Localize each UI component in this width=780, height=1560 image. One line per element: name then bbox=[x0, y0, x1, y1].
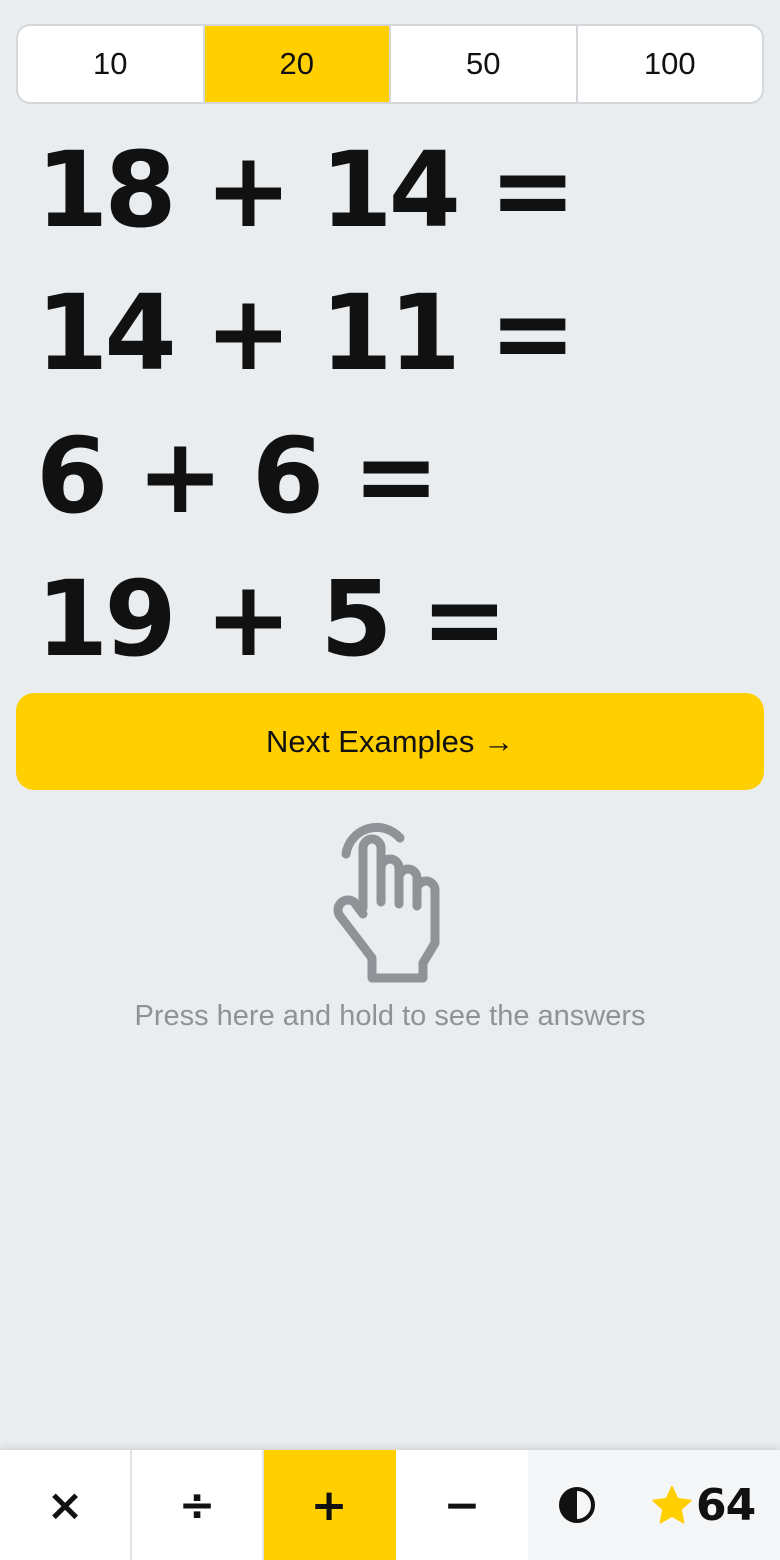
subtract-tab[interactable]: − bbox=[396, 1450, 528, 1560]
multiply-tab[interactable]: × bbox=[0, 1450, 132, 1560]
next-examples-button[interactable]: Next Examples → bbox=[16, 693, 764, 790]
reveal-answers-area[interactable]: Press here and hold to see the answers bbox=[16, 810, 764, 1050]
range-option-10[interactable]: 10 bbox=[18, 26, 205, 102]
score-display[interactable]: 64 bbox=[652, 1479, 756, 1531]
contrast-icon[interactable] bbox=[558, 1486, 596, 1524]
hand-pointer-icon bbox=[333, 822, 440, 983]
range-selector: 10 20 50 100 bbox=[16, 24, 764, 104]
example-3: 6 + 6 = bbox=[36, 414, 440, 537]
tools-area: 64 bbox=[528, 1450, 780, 1560]
operations-bar: × ÷ + − 64 bbox=[0, 1450, 780, 1560]
example-4: 19 + 5 = bbox=[36, 557, 508, 680]
examples-list: 18 + 14 = 14 + 11 = 6 + 6 = 19 + 5 = bbox=[36, 118, 756, 690]
reveal-answers-text: Press here and hold to see the answers bbox=[134, 1000, 646, 1032]
score-value: 64 bbox=[696, 1479, 756, 1531]
example-1: 18 + 14 = bbox=[36, 128, 576, 251]
divide-tab[interactable]: ÷ bbox=[132, 1450, 264, 1560]
range-option-100[interactable]: 100 bbox=[578, 26, 763, 102]
add-tab[interactable]: + bbox=[264, 1450, 396, 1560]
range-option-50[interactable]: 50 bbox=[391, 26, 578, 102]
star-icon bbox=[652, 1486, 692, 1524]
range-option-20[interactable]: 20 bbox=[204, 26, 391, 102]
example-2: 14 + 11 = bbox=[36, 271, 576, 394]
